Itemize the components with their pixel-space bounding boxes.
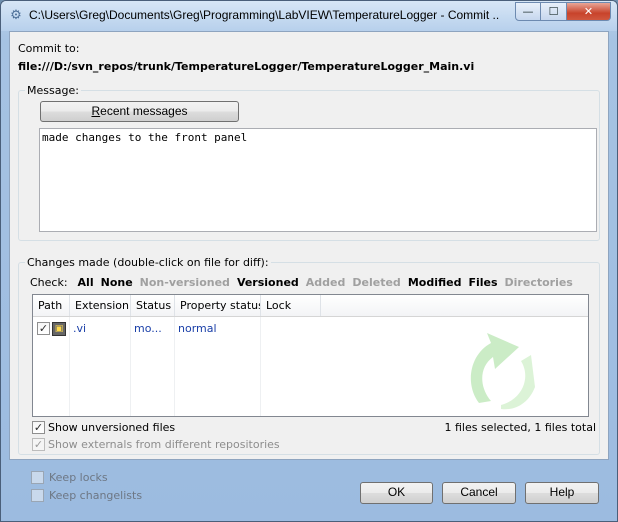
- keep-locks-option[interactable]: Keep locks: [31, 471, 108, 484]
- column-extension[interactable]: Extension: [70, 295, 131, 316]
- check-filter-row: Check: All None Non-versioned Versioned …: [30, 276, 580, 290]
- cancel-button[interactable]: Cancel: [442, 482, 516, 504]
- filter-modified[interactable]: Modified: [408, 276, 462, 290]
- check-label: Check:: [30, 276, 68, 289]
- filter-all[interactable]: All: [78, 276, 94, 290]
- recent-messages-label: ecent messages: [100, 104, 188, 118]
- column-path[interactable]: Path: [33, 295, 70, 316]
- filter-added: Added: [305, 276, 346, 289]
- table-row[interactable]: ✓ ▣ .vi mo... normal: [33, 321, 588, 337]
- maximize-button[interactable]: ☐: [541, 2, 567, 21]
- filter-directories: Directories: [504, 276, 573, 289]
- show-unversioned-label: Show unversioned files: [48, 421, 176, 434]
- filter-deleted: Deleted: [352, 276, 401, 289]
- commit-message-input[interactable]: made changes to the front panel: [39, 128, 597, 232]
- keep-locks-checkbox[interactable]: [31, 471, 44, 484]
- commit-to-label: Commit to:: [18, 42, 80, 55]
- title-bar[interactable]: ⚙ C:\Users\Greg\Documents\Greg\Programmi…: [1, 1, 617, 31]
- recent-messages-button[interactable]: Recent messages: [40, 101, 239, 122]
- row-extension: .vi: [73, 322, 87, 335]
- message-group: Message: Recent messages made changes to…: [18, 84, 600, 241]
- tortoisesvn-app-icon: ⚙: [10, 8, 22, 23]
- keep-locks-label: Keep locks: [49, 471, 108, 484]
- row-status: mo...: [134, 322, 162, 335]
- minimize-button[interactable]: —: [515, 2, 541, 21]
- column-property-status[interactable]: Property status: [175, 295, 261, 316]
- dialog-client-area: Commit to: file:///D:/svn_repos/trunk/Te…: [9, 31, 609, 460]
- commit-watermark-icon: [470, 333, 535, 410]
- selection-summary: 1 files selected, 1 files total: [444, 421, 596, 434]
- filter-non-versioned: Non-versioned: [139, 276, 230, 289]
- window-title: C:\Users\Greg\Documents\Greg\Programming…: [29, 8, 499, 22]
- show-unversioned-option[interactable]: ✓ Show unversioned files: [32, 421, 175, 434]
- commit-dialog: ⚙ C:\Users\Greg\Documents\Greg\Programmi…: [0, 0, 618, 522]
- keep-changelists-label: Keep changelists: [49, 489, 143, 502]
- row-property-status: normal: [178, 322, 217, 335]
- row-checkbox[interactable]: ✓: [37, 322, 50, 335]
- changes-group: Changes made (double-click on file for d…: [18, 256, 600, 455]
- filter-files[interactable]: Files: [468, 276, 497, 290]
- column-status[interactable]: Status: [131, 295, 175, 316]
- message-group-label: Message:: [25, 84, 81, 97]
- ok-button[interactable]: OK: [360, 482, 433, 504]
- show-externals-label: Show externals from different repositori…: [48, 438, 280, 451]
- keep-changelists-option[interactable]: Keep changelists: [31, 489, 142, 502]
- vi-file-icon: ▣: [52, 322, 66, 336]
- filter-versioned[interactable]: Versioned: [237, 276, 299, 290]
- keep-changelists-checkbox[interactable]: [31, 489, 44, 502]
- filter-none[interactable]: None: [101, 276, 133, 290]
- close-button[interactable]: ✕: [567, 2, 611, 21]
- changes-list[interactable]: Path Extension Status Property status Lo…: [32, 294, 589, 417]
- recent-messages-accel: R: [91, 104, 101, 118]
- column-lock[interactable]: Lock: [261, 295, 321, 316]
- help-button[interactable]: Help: [525, 482, 599, 504]
- changes-list-header: Path Extension Status Property status Lo…: [33, 295, 588, 317]
- show-externals-option: ✓ Show externals from different reposito…: [32, 438, 280, 451]
- commit-url: file:///D:/svn_repos/trunk/TemperatureLo…: [18, 60, 475, 73]
- show-externals-checkbox: ✓: [32, 438, 45, 451]
- changes-group-label: Changes made (double-click on file for d…: [25, 256, 271, 269]
- show-unversioned-checkbox[interactable]: ✓: [32, 421, 45, 434]
